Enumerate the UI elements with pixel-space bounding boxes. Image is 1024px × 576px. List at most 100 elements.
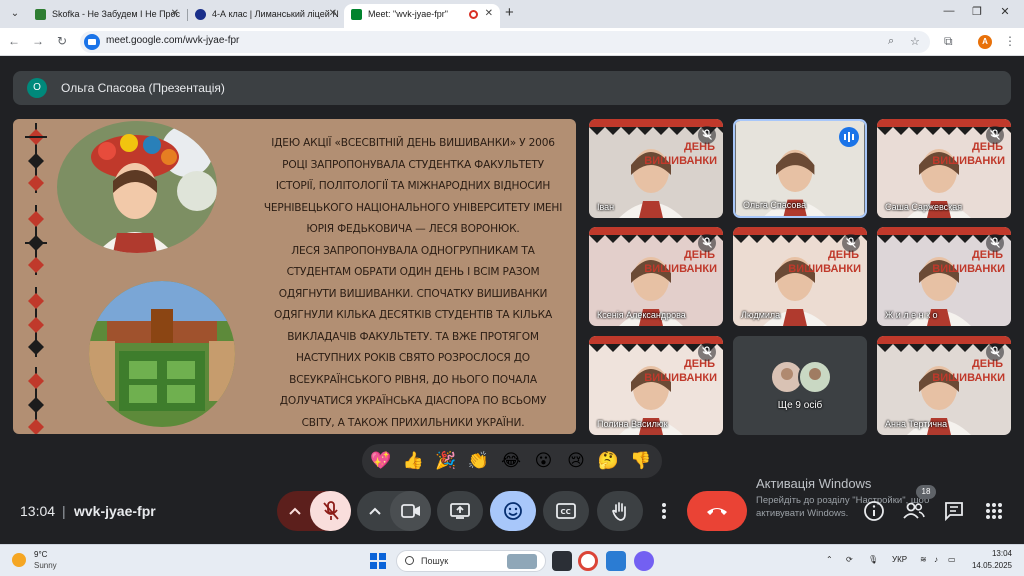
chrome-taskbar-icon[interactable] [578, 551, 598, 571]
close-tab-icon[interactable]: ✕ [485, 4, 493, 24]
participant-tile[interactable]: Ольга Спасова [733, 119, 867, 218]
browser-tab-2[interactable]: 4-А клас | Лиманський ліцей N ✕ [188, 4, 344, 28]
system-time[interactable]: 13:04 [972, 549, 1012, 558]
participant-tile[interactable]: ДЕНЬ ВИШИВАНКИ Полина Василюк [589, 336, 723, 435]
maximize-icon[interactable]: ❐ [966, 5, 988, 18]
profile-avatar[interactable]: A [978, 35, 992, 49]
search-highlight-image [507, 554, 537, 569]
participant-tile[interactable]: ДЕНЬ ВИШИВАНКИ Саша Саржевская [877, 119, 1011, 218]
participant-tile[interactable]: ДЕНЬ ВИШИВАНКИ Анна Тертична [877, 336, 1011, 435]
sync-tray-icon[interactable]: ⟳ [846, 555, 853, 564]
activities-button[interactable] [982, 499, 1006, 523]
mic-off-icon [986, 126, 1004, 144]
extensions-icon[interactable]: ⧉ [944, 34, 953, 49]
reaction-party-popper-icon[interactable]: 🎉 [433, 448, 459, 474]
slide-text: ІДЕЮ АКЦІЇ «ВСЕСВІТНІЙ ДЕНЬ ВИШИВАНКИ» У… [263, 133, 563, 434]
meeting-details-button[interactable] [862, 499, 886, 523]
mic-options-chevron-icon[interactable] [277, 491, 311, 531]
captions-button[interactable]: CC [543, 491, 589, 531]
reaction-sparkling-heart-icon[interactable]: 💖 [368, 448, 394, 474]
tab-search-chevron-icon[interactable]: ⌄ [6, 5, 24, 23]
taskbar-search-placeholder: Пошук [421, 556, 449, 566]
toggle-camera-button[interactable] [390, 491, 431, 531]
banner-text-vyshyvanky: ВИШИВАНКИ [932, 263, 1005, 275]
school-favicon-icon [195, 9, 206, 20]
taskbar-search-box[interactable]: Пошук [396, 550, 546, 572]
forward-icon[interactable]: → [30, 34, 46, 48]
slide-line: НАСТУПНИХ РОКІВ СВЯТО РОЗРОСЛОСЯ ДО [296, 352, 530, 364]
reaction-thinking-face-icon[interactable]: 🤔 [596, 448, 622, 474]
close-tab-icon[interactable]: ✕ [329, 4, 337, 24]
tray-chevron-up-icon[interactable]: ⌃ [826, 555, 833, 564]
reload-icon[interactable]: ↻ [54, 34, 70, 48]
reactions-bar: 💖 👍 🎉 👏 😂 😮 😢 🤔 👎 [362, 444, 662, 478]
input-language[interactable]: УКР [892, 555, 907, 564]
word-document-taskbar-icon[interactable] [606, 551, 626, 571]
camera-options-chevron-icon[interactable] [357, 491, 391, 531]
reaction-sad-face-icon[interactable]: 😢 [563, 448, 589, 474]
info-icon [864, 501, 884, 521]
presentation-slide: ІДЕЮ АКЦІЇ «ВСЕСВІТНІЙ ДЕНЬ ВИШИВАНКИ» У… [13, 119, 576, 434]
participant-name: Ксенія Александрова [597, 310, 686, 320]
close-window-icon[interactable]: ✕ [994, 5, 1016, 18]
more-options-button[interactable] [651, 491, 677, 531]
apps-grid-icon [986, 503, 1002, 519]
more-participants-tile[interactable]: Ще 9 осіб [733, 336, 867, 435]
wifi-icon[interactable]: ≋ [920, 555, 927, 564]
slide-line: ЮРІЯ ФЕДЬКОВИЧА — ЛЕСЯ ВОРОНЮК. [306, 223, 520, 235]
minimize-icon[interactable]: — [938, 5, 960, 17]
search-icon [405, 556, 414, 565]
present-screen-button[interactable] [437, 491, 483, 531]
mic-tray-icon[interactable]: 🎙 [868, 555, 878, 564]
present-screen-icon [450, 503, 470, 519]
participant-tile[interactable]: ДЕНЬ ВИШИВАНКИ Людмила [733, 227, 867, 326]
slide-line: ЛЕСЯ ЗАПРОПОНУВАЛА ОДНОГРУПНИКАМ ТА [291, 244, 535, 257]
presenter-bar: О Ольга Спасова (Презентація) [13, 71, 1011, 105]
leave-call-button[interactable] [687, 491, 747, 531]
browser-tab-meet[interactable]: Meet: "wvk-jyae-fpr" ✕ [344, 4, 500, 28]
viber-taskbar-icon[interactable] [634, 551, 654, 571]
browser-tab-1[interactable]: Skofka - Не Забудем І Не Прос ✕ [28, 4, 186, 28]
bookmark-star-icon[interactable]: ☆ [910, 35, 920, 48]
embroidery-ornament-icon [25, 123, 47, 193]
mic-control-group [277, 491, 351, 531]
windows-start-icon[interactable] [370, 553, 386, 569]
battery-icon[interactable]: ▭ [948, 555, 956, 564]
zoom-icon[interactable]: ⌕ [888, 35, 894, 48]
sun-weather-icon[interactable] [12, 553, 26, 567]
close-tab-icon[interactable]: ✕ [171, 4, 179, 24]
address-bar[interactable]: meet.google.com/wvk-jyae-fpr ⌕ ☆ [80, 31, 930, 53]
reaction-surprised-face-icon[interactable]: 😮 [531, 448, 557, 474]
system-date[interactable]: 14.05.2025 [962, 561, 1012, 570]
mic-off-icon [323, 501, 339, 520]
reaction-clapping-hands-icon[interactable]: 👏 [466, 448, 492, 474]
banner-text-vyshyvanky: ВИШИВАНКИ [932, 372, 1005, 384]
embroidery-ornament-icon [25, 205, 47, 275]
site-info-icon[interactable] [84, 34, 100, 50]
chat-button[interactable] [942, 499, 966, 523]
reaction-laughing-face-icon[interactable]: 😂 [498, 448, 524, 474]
weather-condition[interactable]: Sunny [34, 561, 57, 570]
reactions-button[interactable] [490, 491, 536, 531]
toggle-mic-button[interactable] [310, 491, 351, 531]
more-vert-icon [662, 503, 666, 519]
slide-line: ОДЯГНУЛИ КІЛЬКА ДЕСЯТКІВ СТУДЕНТІВ ТА КІ… [273, 309, 553, 321]
reaction-thumbs-up-icon[interactable]: 👍 [401, 448, 427, 474]
presenter-avatar: О [27, 78, 47, 98]
participant-tile[interactable]: ДЕНЬ ВИШИВАНКИ Іван [589, 119, 723, 218]
university-aerial-image [89, 281, 235, 427]
url-text[interactable]: meet.google.com/wvk-jyae-fpr [106, 35, 239, 46]
volume-icon[interactable]: ♪ [934, 555, 938, 564]
banner-text-vyshyvanky: ВИШИВАНКИ [644, 263, 717, 275]
back-icon[interactable]: ← [6, 34, 22, 48]
browser-menu-icon[interactable]: ⋮ [1004, 34, 1016, 48]
participant-tile[interactable]: ДЕНЬ ВИШИВАНКИ Ж и л е н к о [877, 227, 1011, 326]
raise-hand-button[interactable] [597, 491, 643, 531]
participant-tile[interactable]: ДЕНЬ ВИШИВАНКИ Ксенія Александрова [589, 227, 723, 326]
weather-temperature[interactable]: 9°C [34, 550, 47, 559]
people-button[interactable] [902, 499, 926, 523]
reaction-thumbs-down-icon[interactable]: 👎 [628, 448, 654, 474]
new-tab-icon[interactable]: + [505, 4, 514, 21]
task-view-icon[interactable] [552, 551, 572, 571]
slide-line: ВСЕУКРАЇНСЬКОГО РІВНЯ, ДО НЬОГО ПОЧАЛА [289, 373, 537, 386]
